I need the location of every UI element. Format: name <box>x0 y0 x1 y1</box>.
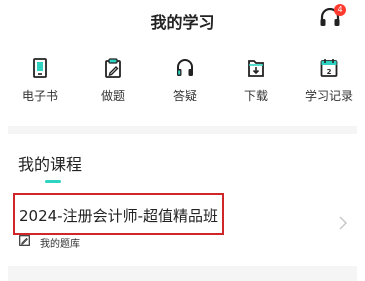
exercise-icon <box>105 58 121 78</box>
nav-label: 电子书 <box>21 89 58 103</box>
headphones-icon <box>177 59 193 76</box>
calendar-icon: 2 <box>320 59 338 77</box>
nav-item-exercise[interactable]: 做题 <box>79 52 147 108</box>
course-item[interactable]: 2024-注册会计师-超值精品班 我的题库 <box>0 188 365 262</box>
ebook-icon <box>33 58 47 78</box>
divider <box>8 126 357 134</box>
nav-label: 答疑 <box>172 89 197 103</box>
highlight-box <box>13 193 224 235</box>
quick-nav: 电子书 做题 答疑 下载 2 学习记录 <box>0 52 365 108</box>
section-title: 我的课程 <box>18 155 83 174</box>
divider <box>8 266 357 281</box>
nav-item-download[interactable]: 下载 <box>222 52 290 108</box>
nav-label: 学习记录 <box>304 89 353 103</box>
nav-item-study-record[interactable]: 2 学习记录 <box>295 52 363 108</box>
nav-item-qa[interactable]: 答疑 <box>151 52 219 108</box>
nav-label: 下载 <box>243 89 268 103</box>
nav-label: 做题 <box>100 89 125 103</box>
download-icon <box>248 60 264 77</box>
page-title: 我的学习 <box>150 13 215 32</box>
svg-text:2: 2 <box>327 68 332 76</box>
header: 我的学习 4 <box>0 0 365 40</box>
nav-item-ebook[interactable]: 电子书 <box>6 52 74 108</box>
notification-badge: 4 <box>334 4 346 16</box>
chevron-right-icon <box>339 216 348 230</box>
question-bank-link[interactable]: 我的题库 <box>40 235 80 250</box>
tab-indicator <box>45 180 61 183</box>
question-bank-icon <box>19 235 30 246</box>
